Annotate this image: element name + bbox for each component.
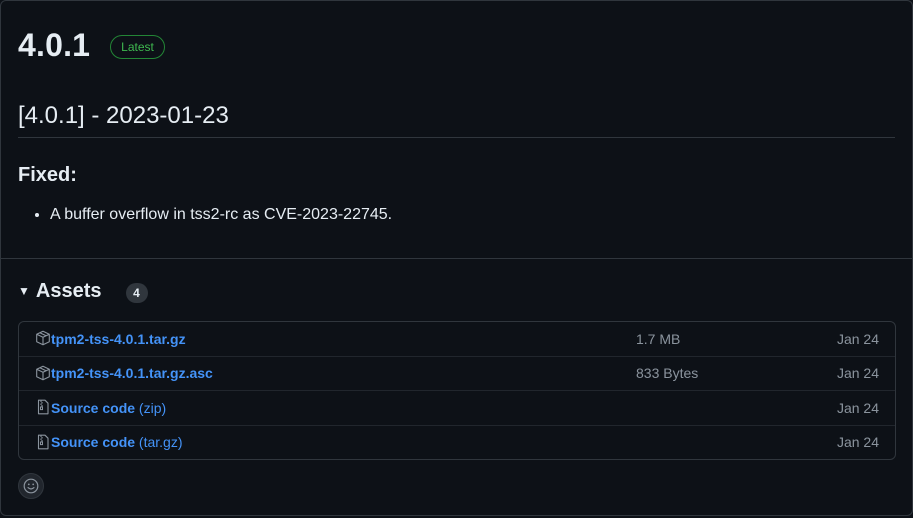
- caret-down-icon: ▼: [18, 284, 30, 298]
- assets-title: Assets: [35, 280, 102, 302]
- asset-row: Source code (tar.gz) Jan 24: [19, 424, 895, 460]
- latest-badge: Latest: [110, 34, 165, 59]
- asset-date: Jan 24: [836, 365, 879, 382]
- asset-link[interactable]: Source code (tar.gz): [51, 432, 183, 452]
- assets-toggle[interactable]: ▼ Assets 4: [18, 279, 148, 303]
- smiley-icon: [23, 478, 39, 494]
- section-divider: [1, 258, 912, 259]
- asset-row: tpm2-tss-4.0.1.tar.gz.asc 833 Bytes Jan …: [19, 355, 895, 391]
- file-zip-icon: [37, 434, 49, 449]
- asset-size: 1.7 MB: [636, 330, 681, 347]
- asset-row: Source code (zip) Jan 24: [19, 390, 895, 425]
- file-zip-icon: [37, 399, 49, 415]
- asset-name: Source code: [51, 434, 136, 451]
- asset-date: Jan 24: [836, 434, 879, 451]
- asset-link[interactable]: Source code (zip): [51, 398, 166, 418]
- package-icon: [36, 330, 50, 346]
- asset-ext: (zip): [135, 399, 167, 416]
- asset-row: tpm2-tss-4.0.1.tar.gz 1.7 MB Jan 24: [19, 322, 895, 356]
- asset-link[interactable]: tpm2-tss-4.0.1.tar.gz: [51, 329, 186, 349]
- asset-date: Jan 24: [836, 330, 879, 347]
- add-reaction-button[interactable]: [18, 473, 44, 499]
- release-notes-list: A buffer overflow in tss2-rc as CVE-2023…: [18, 204, 392, 226]
- release-card: 4.0.1 Latest [4.0.1] - 2023-01-23 Fixed:…: [0, 0, 913, 516]
- release-note-item: A buffer overflow in tss2-rc as CVE-2023…: [50, 204, 392, 226]
- asset-size: 833 Bytes: [636, 365, 699, 382]
- release-title[interactable]: 4.0.1: [18, 25, 90, 65]
- asset-name: tpm2-tss-4.0.1.tar.gz.asc: [51, 365, 213, 382]
- assets-count-badge: 4: [125, 282, 148, 303]
- fixed-heading: Fixed:: [18, 164, 77, 186]
- version-heading: [4.0.1] - 2023-01-23: [18, 101, 895, 138]
- release-title-row: 4.0.1 Latest: [18, 25, 165, 65]
- package-icon: [36, 365, 50, 380]
- assets-list: tpm2-tss-4.0.1.tar.gz 1.7 MB Jan 24 tpm2…: [18, 321, 896, 460]
- asset-link[interactable]: tpm2-tss-4.0.1.tar.gz.asc: [51, 363, 213, 383]
- asset-name: Source code: [51, 399, 136, 416]
- asset-name: tpm2-tss-4.0.1.tar.gz: [51, 330, 186, 347]
- asset-date: Jan 24: [836, 399, 879, 416]
- asset-ext: (tar.gz): [135, 434, 183, 451]
